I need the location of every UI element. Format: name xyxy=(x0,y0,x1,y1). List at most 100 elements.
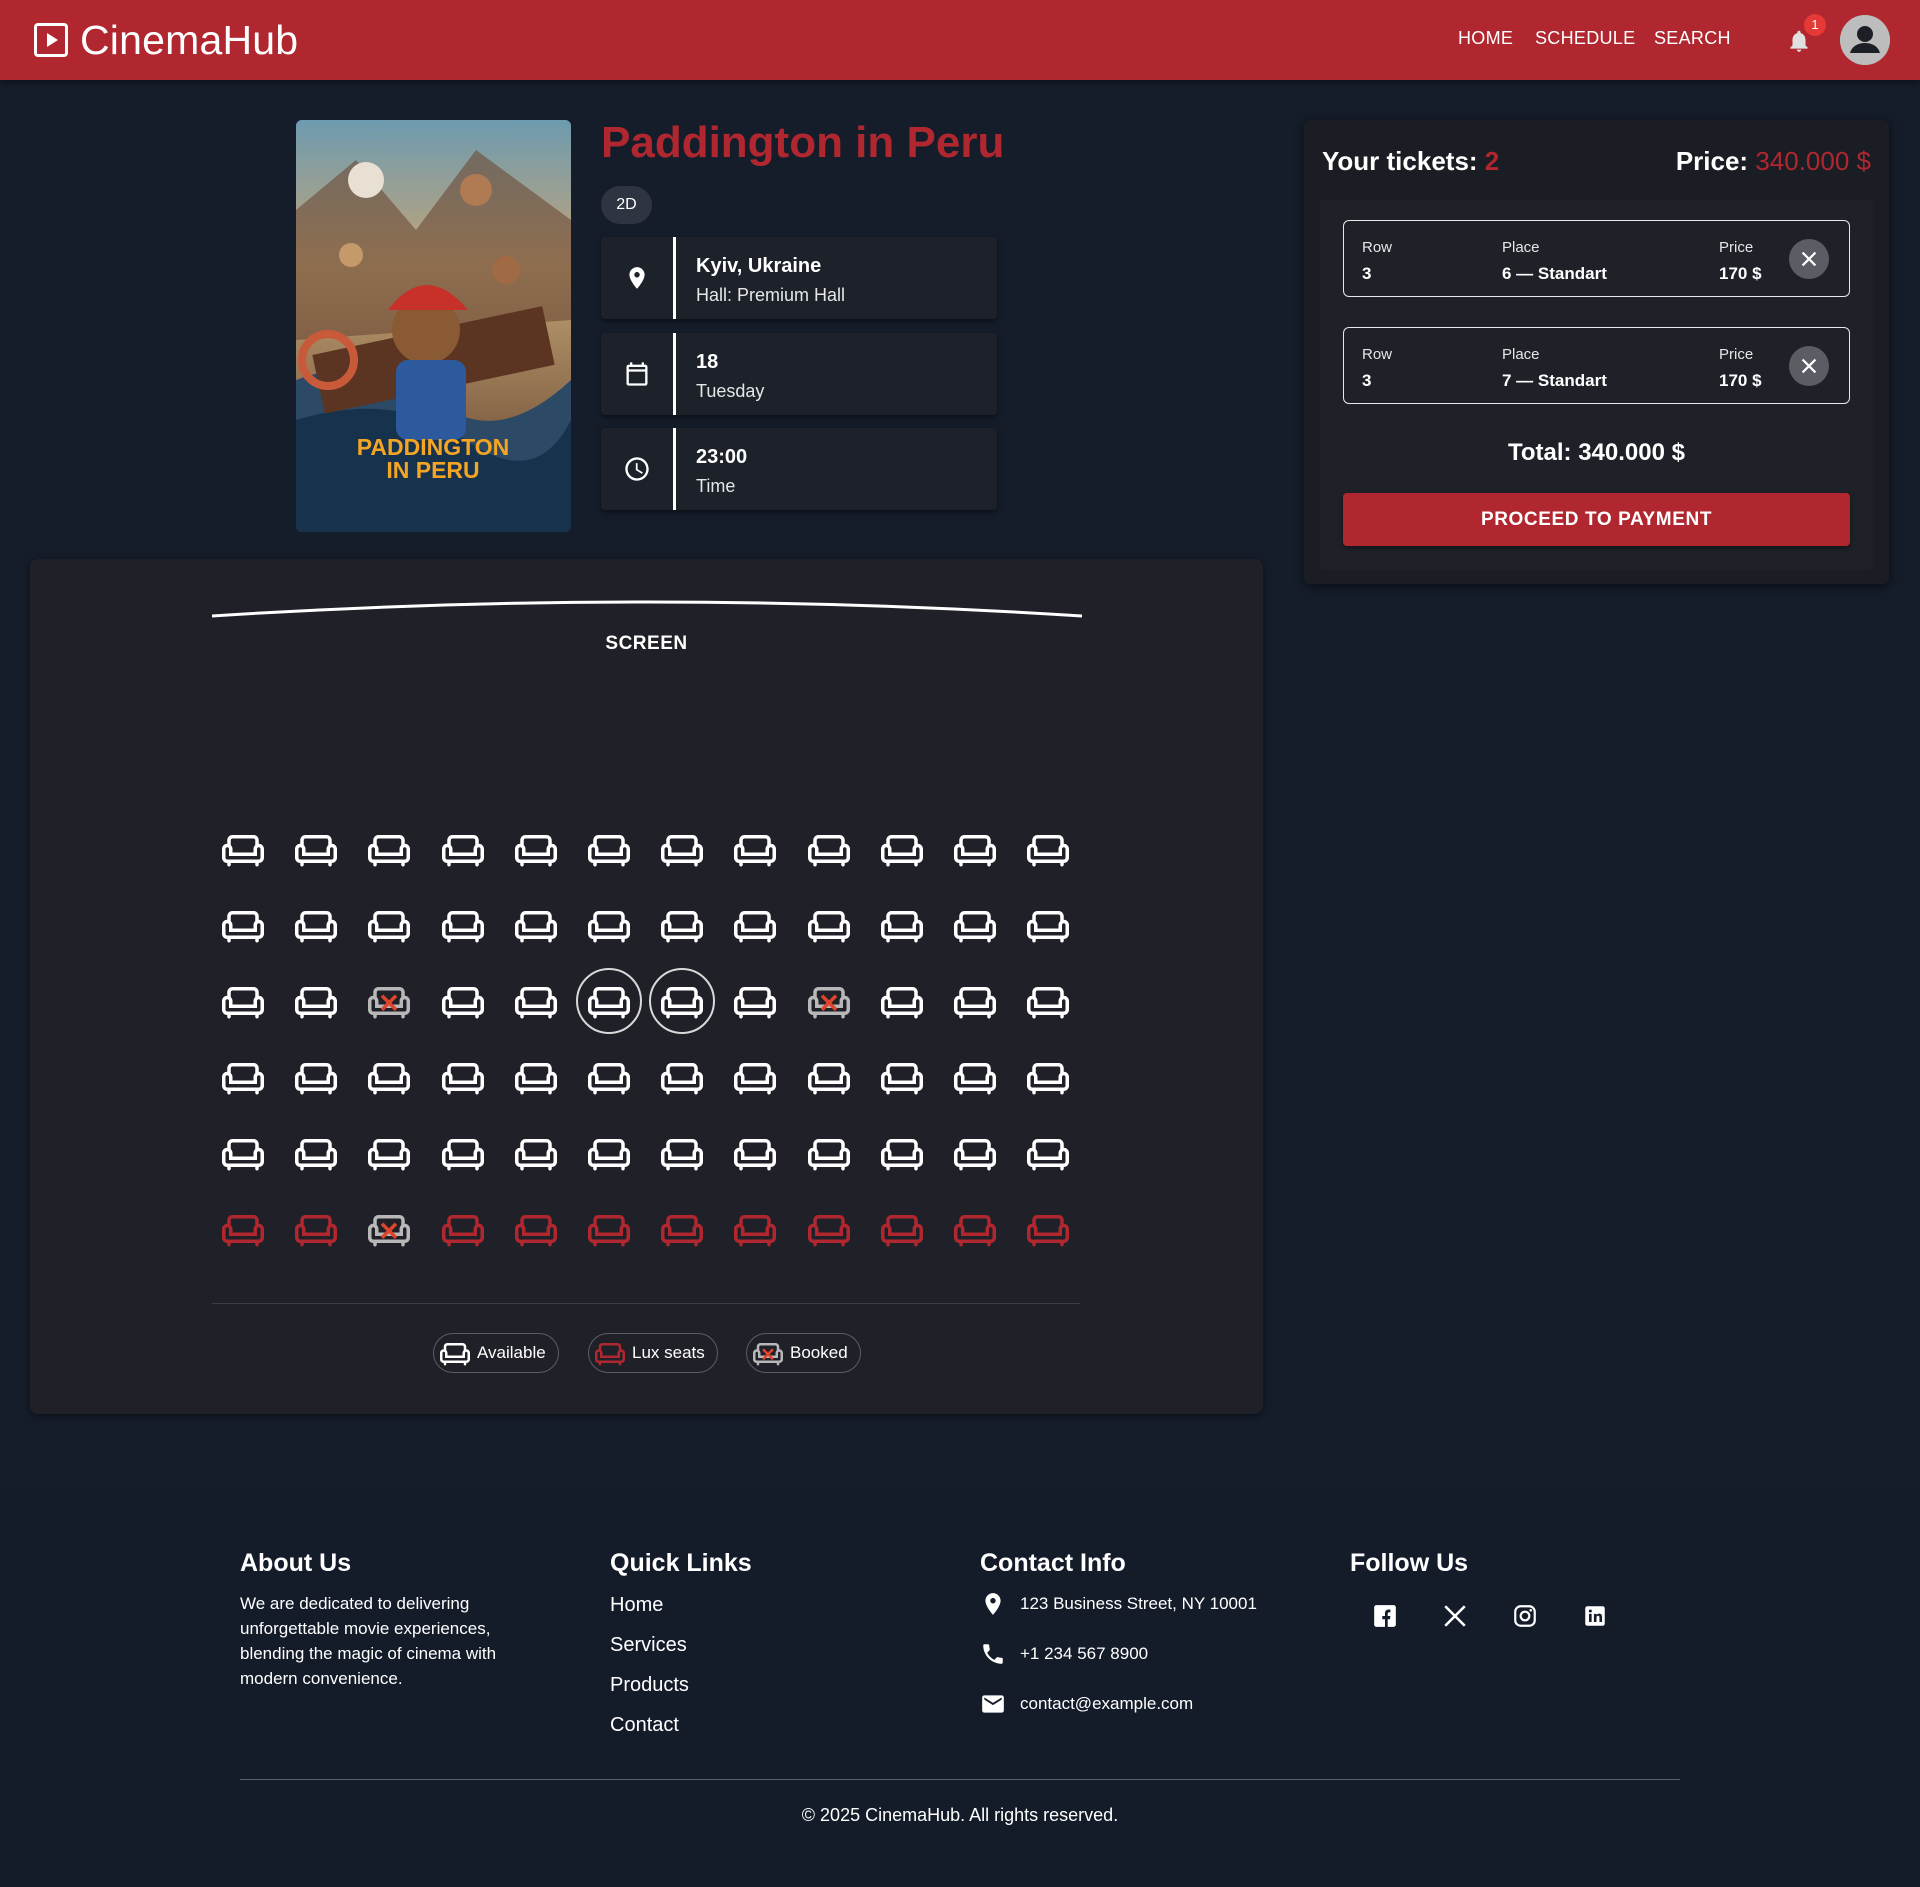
seat-icon xyxy=(514,911,557,943)
footer-link-products[interactable]: Products xyxy=(610,1674,689,1697)
seat-available[interactable] xyxy=(581,1049,637,1105)
seat-lux[interactable] xyxy=(215,1201,271,1257)
footer-link-contact[interactable]: Contact xyxy=(610,1714,679,1737)
seat-available[interactable] xyxy=(874,821,930,877)
remove-ticket-button[interactable] xyxy=(1789,239,1829,279)
seat-lux[interactable] xyxy=(947,1201,1003,1257)
proceed-to-payment-button[interactable]: PROCEED TO PAYMENT xyxy=(1343,493,1850,546)
seat-available[interactable] xyxy=(288,821,344,877)
instagram-link[interactable] xyxy=(1510,1601,1540,1631)
seat-available[interactable] xyxy=(1020,1049,1076,1105)
seat-available[interactable] xyxy=(874,897,930,953)
brand-logo[interactable]: CinemaHub xyxy=(34,17,298,63)
seat-available[interactable] xyxy=(215,973,271,1029)
seat-available[interactable] xyxy=(361,897,417,953)
price-summary: Price: 340.000 $ xyxy=(1676,146,1871,177)
seat-available[interactable] xyxy=(1020,1125,1076,1181)
seat-available[interactable] xyxy=(508,1049,564,1105)
seat-available[interactable] xyxy=(654,1125,710,1181)
nav-schedule-link[interactable]: SCHEDULE xyxy=(1535,28,1635,49)
seat-available[interactable] xyxy=(727,1049,783,1105)
linkedin-link[interactable] xyxy=(1580,1601,1610,1631)
user-avatar[interactable] xyxy=(1840,15,1890,65)
seat-lux[interactable] xyxy=(654,1201,710,1257)
seat-lux[interactable] xyxy=(727,1201,783,1257)
ticket-place-label: Place xyxy=(1502,346,1540,363)
seat-available[interactable] xyxy=(508,821,564,877)
seat-available[interactable] xyxy=(947,1049,1003,1105)
seat-lux[interactable] xyxy=(581,1201,637,1257)
seat-icon xyxy=(295,835,338,867)
nav-search-link[interactable]: SEARCH xyxy=(1654,28,1731,49)
remove-ticket-button[interactable] xyxy=(1789,346,1829,386)
seat-available[interactable] xyxy=(654,1049,710,1105)
x-link[interactable] xyxy=(1440,1601,1470,1631)
seat-available[interactable] xyxy=(361,1049,417,1105)
seat-available[interactable] xyxy=(581,1125,637,1181)
footer-phone-text[interactable]: +1 234 567 8900 xyxy=(1020,1644,1148,1664)
seat-lux[interactable] xyxy=(1020,1201,1076,1257)
seat-lux[interactable] xyxy=(801,1201,857,1257)
seat-available[interactable] xyxy=(947,897,1003,953)
seat-available[interactable] xyxy=(435,1125,491,1181)
seat-available[interactable] xyxy=(435,897,491,953)
footer-address: 123 Business Street, NY 10001 xyxy=(980,1591,1257,1617)
seat-available[interactable] xyxy=(947,821,1003,877)
seat-available[interactable] xyxy=(947,973,1003,1029)
seat-lux[interactable] xyxy=(435,1201,491,1257)
seat-available[interactable] xyxy=(801,821,857,877)
seat-available[interactable] xyxy=(435,821,491,877)
footer-email-text[interactable]: contact@example.com xyxy=(1020,1694,1193,1714)
seat-icon xyxy=(222,1139,264,1171)
seat-available[interactable] xyxy=(1020,973,1076,1029)
close-icon xyxy=(1801,251,1817,267)
seat-available[interactable] xyxy=(654,897,710,953)
seat-available[interactable] xyxy=(874,1125,930,1181)
nav-home-link[interactable]: HOME xyxy=(1458,28,1513,49)
seat-available[interactable] xyxy=(727,897,783,953)
seat-available[interactable] xyxy=(508,1125,564,1181)
seat-available[interactable] xyxy=(874,973,930,1029)
footer-link-home[interactable]: Home xyxy=(610,1594,663,1617)
seat-available[interactable] xyxy=(1020,821,1076,877)
seat-available[interactable] xyxy=(435,973,491,1029)
footer-link-services[interactable]: Services xyxy=(610,1634,687,1657)
seat-selected[interactable] xyxy=(576,968,642,1034)
seat-available[interactable] xyxy=(947,1125,1003,1181)
seat-available[interactable] xyxy=(727,821,783,877)
seat-available[interactable] xyxy=(801,1125,857,1181)
facebook-link[interactable] xyxy=(1370,1601,1400,1631)
seat-icon xyxy=(1027,1139,1070,1171)
seat-available[interactable] xyxy=(801,1049,857,1105)
seat-lux[interactable] xyxy=(874,1201,930,1257)
seat-available[interactable] xyxy=(727,973,783,1029)
seat-available[interactable] xyxy=(654,821,710,877)
seat-available[interactable] xyxy=(435,1049,491,1105)
facebook-icon xyxy=(1374,1605,1396,1627)
seat-available[interactable] xyxy=(581,821,637,877)
seat-icon xyxy=(807,835,850,867)
seat-lux[interactable] xyxy=(288,1201,344,1257)
seat-available[interactable] xyxy=(288,1049,344,1105)
seat-available[interactable] xyxy=(361,1125,417,1181)
seat-selected[interactable] xyxy=(649,968,716,1034)
seat-available[interactable] xyxy=(215,1049,271,1105)
seat-lux[interactable] xyxy=(508,1201,564,1257)
seat-available[interactable] xyxy=(874,1049,930,1105)
seat-available[interactable] xyxy=(508,973,564,1029)
seat-available[interactable] xyxy=(288,973,344,1029)
seat-available[interactable] xyxy=(288,1125,344,1181)
seat-available[interactable] xyxy=(727,1125,783,1181)
seat-available[interactable] xyxy=(215,1125,271,1181)
seat-available[interactable] xyxy=(215,897,271,953)
seat-available[interactable] xyxy=(581,897,637,953)
seat-icon xyxy=(661,911,704,943)
seat-available[interactable] xyxy=(361,821,417,877)
seat-available[interactable] xyxy=(1020,897,1076,953)
seat-available[interactable] xyxy=(215,821,271,877)
seat-available[interactable] xyxy=(508,897,564,953)
seat-available[interactable] xyxy=(801,897,857,953)
legend-booked-label: Booked xyxy=(790,1343,848,1362)
seat-available[interactable] xyxy=(288,897,344,953)
showtime: 23:00 xyxy=(696,446,748,468)
